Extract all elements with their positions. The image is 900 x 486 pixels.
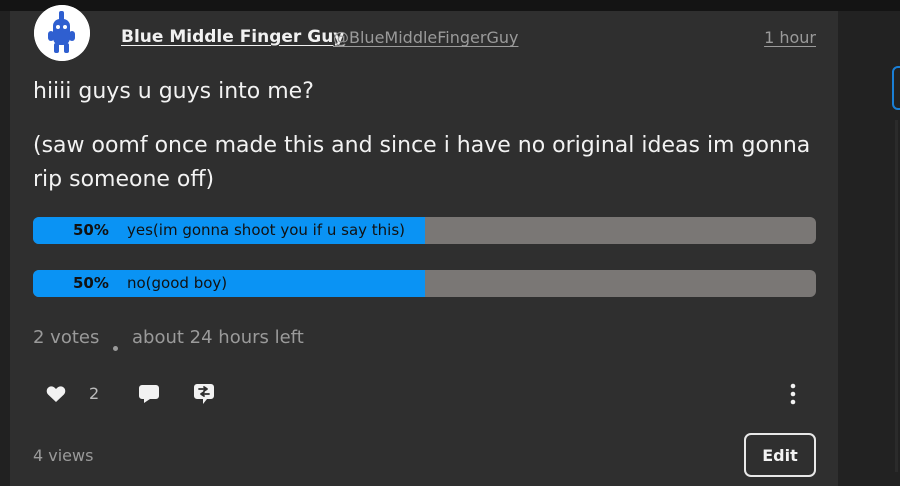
poll-option-label: yes(im gonna shoot you if u say this) bbox=[127, 221, 406, 239]
view-count: 4 views bbox=[33, 446, 94, 465]
post-body-line: rip someone off) bbox=[33, 167, 215, 192]
avatar[interactable] bbox=[34, 5, 90, 61]
author-name-link[interactable]: Blue Middle Finger Guy bbox=[121, 27, 344, 47]
scrollbar-track[interactable] bbox=[895, 120, 898, 472]
meta-separator-dot bbox=[113, 346, 118, 351]
app-root: Blue Middle Finger Guy @BlueMiddleFinger… bbox=[0, 0, 900, 486]
edit-button[interactable]: Edit bbox=[744, 433, 816, 477]
heart-icon[interactable] bbox=[46, 385, 66, 407]
author-handle-link[interactable]: @BlueMiddleFingerGuy bbox=[333, 28, 518, 47]
post-body-line: hiiii guys u guys into me? bbox=[33, 79, 314, 104]
more-vertical-icon[interactable] bbox=[789, 383, 797, 409]
sidebar-edge-button[interactable] bbox=[892, 66, 900, 110]
repost-icon[interactable] bbox=[193, 383, 215, 409]
post-card: Blue Middle Finger Guy @BlueMiddleFinger… bbox=[10, 5, 838, 486]
poll-option-percent: 50% bbox=[73, 274, 109, 292]
avatar-figure-icon bbox=[34, 5, 90, 61]
comment-icon[interactable] bbox=[138, 384, 160, 408]
top-bar bbox=[0, 0, 900, 11]
post-body-line: (saw oomf once made this and since i hav… bbox=[33, 133, 811, 158]
poll-option-yes[interactable]: 50% yes(im gonna shoot you if u say this… bbox=[33, 217, 816, 244]
poll-time-left: about 24 hours left bbox=[132, 327, 304, 348]
poll-option-no[interactable]: 50% no(good boy) bbox=[33, 270, 816, 297]
like-count: 2 bbox=[89, 384, 100, 403]
right-sidebar bbox=[838, 11, 900, 486]
poll-option-label: no(good boy) bbox=[127, 274, 228, 292]
poll-option-percent: 50% bbox=[73, 221, 109, 239]
post-time-link[interactable]: 1 hour bbox=[764, 28, 816, 47]
poll-vote-count: 2 votes bbox=[33, 327, 100, 348]
